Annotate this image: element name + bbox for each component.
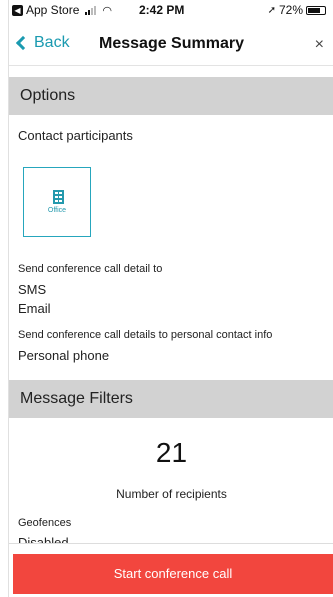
- office-tile[interactable]: Office: [23, 167, 91, 237]
- recipient-count: 21: [155, 437, 188, 468]
- signal-icon: [85, 5, 97, 15]
- status-time: 2:42 PM: [139, 3, 185, 17]
- geofences-label: Geofences: [18, 517, 72, 529]
- close-icon[interactable]: ×: [315, 36, 324, 54]
- battery-icon: [306, 5, 326, 15]
- app-back-icon[interactable]: ◀: [12, 4, 23, 16]
- office-tile-label: Office: [47, 207, 67, 214]
- geofences-value: Disabled: [18, 535, 69, 543]
- battery-percent: 72%: [278, 3, 303, 17]
- scroll-content[interactable]: Options Contact participants Office Send…: [9, 66, 333, 543]
- send-detail-label: Send conference call detail to: [18, 263, 163, 275]
- building-icon: [53, 190, 64, 204]
- status-left: ◀ App Store ◠: [12, 3, 112, 17]
- send-method-email[interactable]: Email: [18, 301, 51, 316]
- send-method-sms[interactable]: SMS: [18, 282, 46, 297]
- message-filters-header: Message Filters: [9, 380, 333, 418]
- status-bar: ◀ App Store ◠ 2:42 PM ➚ 72%: [9, 0, 333, 20]
- personal-phone-value[interactable]: Personal phone: [18, 348, 109, 363]
- recipient-count-label: Number of recipients: [116, 487, 227, 501]
- start-conference-call-button[interactable]: Start conference call: [13, 554, 333, 594]
- status-right: ➚ 72%: [268, 3, 326, 17]
- personal-contact-label: Send conference call details to personal…: [18, 329, 273, 341]
- contact-participants-label: Contact participants: [18, 128, 133, 143]
- wifi-icon: ◠: [102, 4, 112, 17]
- navigation-bar: Back Message Summary ×: [9, 22, 333, 66]
- location-icon: ➚: [267, 4, 276, 16]
- options-header: Options: [9, 77, 333, 115]
- app-frame: ◀ App Store ◠ 2:42 PM ➚ 72% Back Message…: [8, 0, 333, 597]
- bottom-action-bar: Start conference call: [9, 543, 333, 597]
- battery-fill: [308, 7, 320, 13]
- app-back-label[interactable]: App Store: [26, 3, 79, 17]
- page-title: Message Summary: [99, 35, 244, 52]
